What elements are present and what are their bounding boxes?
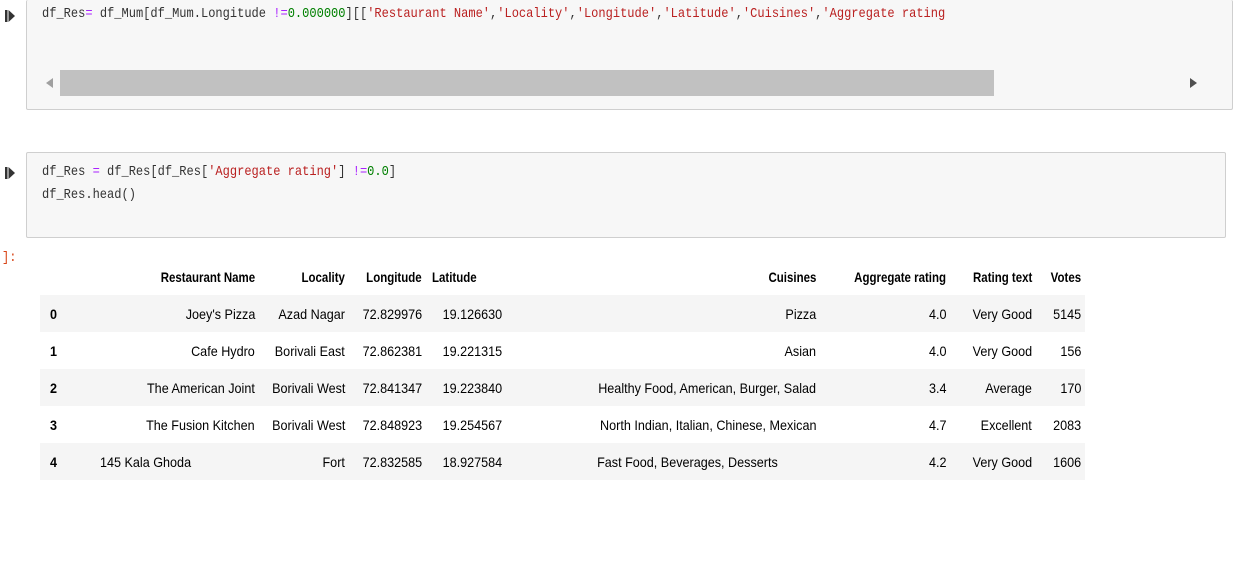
code-line: df_Res= df_Mum[df_Mum.Longitude !=0.0000…	[42, 5, 945, 23]
table-cell: Healthy Food, American, Burger, Salad	[502, 369, 816, 406]
code-token: 'Cuisines'	[742, 6, 816, 22]
code-token: 'Latitude'	[663, 6, 736, 22]
code-token: 0.0	[367, 164, 389, 180]
table-cell: 1606	[1032, 443, 1085, 480]
row-index: 2	[40, 369, 86, 406]
code-token: ,	[656, 6, 664, 22]
code-token: !=	[352, 164, 368, 180]
dataframe-table: Restaurant Name Locality Longitude Latit…	[40, 258, 1085, 480]
code-token: ,	[735, 6, 743, 22]
code-cell-1[interactable]: df_Res= df_Mum[df_Mum.Longitude !=0.0000…	[0, 0, 1233, 110]
code-token: 'Longitude'	[576, 6, 657, 22]
code-token: 0.000000	[287, 6, 346, 22]
table-cell: Azad Nagar	[255, 295, 345, 332]
table-cell: Excellent	[980, 416, 1032, 433]
table-cell: Fast Food, Beverages, Desserts	[502, 443, 816, 480]
chevron-left-icon[interactable]	[43, 77, 55, 89]
code-token: 'Aggregate rating	[822, 6, 946, 22]
table-cell: 72.841347	[345, 369, 422, 406]
table-cell: Average	[946, 369, 1032, 406]
code-line: df_Res.head()	[42, 186, 136, 204]
code-token: 'Restaurant Name'	[367, 6, 491, 22]
column-header: Locality	[301, 268, 345, 285]
table-cell: 4.7	[928, 416, 946, 433]
table-cell: 156	[1059, 342, 1081, 359]
table-cell: 3.4	[816, 369, 946, 406]
column-header: Cuisines	[768, 268, 816, 285]
code-input[interactable]: df_Res = df_Res[df_Res['Aggregate rating…	[26, 152, 1226, 238]
code-cell-2[interactable]: df_Res = df_Res[df_Res['Aggregate rating…	[0, 152, 1233, 238]
index-header	[40, 258, 86, 295]
code-token: df_Res[df_Res[	[99, 164, 209, 180]
table-cell: 145 Kala Ghoda	[86, 443, 255, 480]
table-header-row: Restaurant Name Locality Longitude Latit…	[40, 258, 1085, 295]
table-cell: Cafe Hydro	[191, 342, 255, 359]
table-cell: Pizza	[502, 295, 816, 332]
table-cell: 72.848923	[362, 416, 422, 433]
table-cell: 72.829976	[345, 295, 422, 332]
table-cell: 18.927584	[422, 443, 502, 480]
table-cell: North Indian, Italian, Chinese, Mexican	[599, 416, 816, 433]
code-token: 'Locality'	[497, 6, 570, 22]
table-cell: 4.0	[928, 342, 946, 359]
table-cell: 19.254567	[442, 416, 502, 433]
code-token: !=	[273, 6, 288, 22]
table-row: 0 Joey's Pizza Azad Nagar 72.829976 19.1…	[40, 295, 1085, 332]
table-cell: 4.2	[816, 443, 946, 480]
code-token: ]	[338, 164, 353, 180]
row-index: 1	[50, 342, 58, 359]
column-header: Latitude	[432, 268, 477, 285]
table-cell: Very Good	[972, 342, 1032, 359]
table-cell: 72.832585	[345, 443, 422, 480]
table-cell: Fort	[255, 443, 345, 480]
run-cell-icon[interactable]	[3, 165, 17, 181]
row-index: 4	[40, 443, 86, 480]
table-cell: Borivali East	[274, 342, 345, 359]
table-row: 1 Cafe Hydro Borivali East 72.862381 19.…	[40, 332, 1085, 369]
table-cell: Joey's Pizza	[86, 295, 255, 332]
code-token: 'Aggregate rating'	[208, 164, 339, 180]
column-header: Rating text	[972, 268, 1032, 285]
code-token: df_Res	[42, 6, 86, 22]
table-cell: The American Joint	[86, 369, 255, 406]
table-cell: Very Good	[946, 295, 1032, 332]
column-header: Restaurant Name	[160, 268, 255, 285]
table-cell: 72.862381	[362, 342, 422, 359]
table-cell: Borivali West	[271, 416, 345, 433]
horizontal-scrollbar[interactable]	[27, 68, 1217, 98]
scrollbar-thumb[interactable]	[60, 70, 994, 96]
table-cell: 19.126630	[422, 295, 502, 332]
output-prompt: ]:	[2, 250, 17, 266]
table-cell: 5145	[1032, 295, 1085, 332]
code-token: =	[85, 6, 93, 22]
code-token: df_Mum[df_Mum.Longitude	[92, 6, 274, 22]
column-header: Votes	[1050, 268, 1081, 285]
table-cell: 2083	[1052, 416, 1081, 433]
chevron-right-icon[interactable]	[1187, 77, 1199, 89]
table-cell: 4.0	[816, 295, 946, 332]
table-row: 2 The American Joint Borivali West 72.84…	[40, 369, 1085, 406]
code-line: df_Res = df_Res[df_Res['Aggregate rating…	[42, 163, 396, 181]
code-token: ][[	[345, 6, 368, 22]
table-cell: 170	[1032, 369, 1085, 406]
table-cell: Very Good	[946, 443, 1032, 480]
table-cell: The Fusion Kitchen	[146, 416, 255, 433]
table-cell: 19.223840	[422, 369, 502, 406]
code-token: ,	[569, 6, 577, 22]
column-header: Aggregate rating	[854, 268, 946, 285]
table-cell: Borivali West	[255, 369, 345, 406]
table-cell: Asian	[784, 342, 816, 359]
run-cell-icon[interactable]	[3, 8, 17, 24]
table-row: 4 145 Kala Ghoda Fort 72.832585 18.92758…	[40, 443, 1085, 480]
row-index: 0	[40, 295, 86, 332]
column-header: Longitude	[366, 268, 422, 285]
code-token: ]	[388, 164, 397, 180]
code-input[interactable]: df_Res= df_Mum[df_Mum.Longitude !=0.0000…	[26, 0, 1233, 110]
table-row: 3 The Fusion Kitchen Borivali West 72.84…	[40, 406, 1085, 443]
code-token: df_Res.head()	[42, 187, 136, 203]
code-token: df_Res	[42, 164, 93, 180]
table-cell: 19.221315	[442, 342, 502, 359]
row-index: 3	[50, 416, 58, 433]
